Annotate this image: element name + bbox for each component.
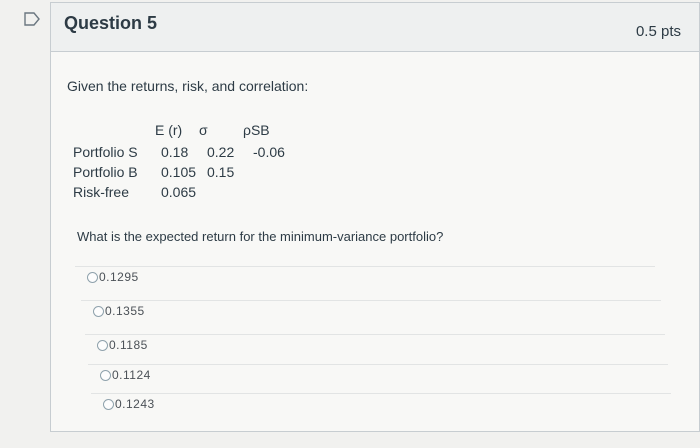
cell-rho: -0.06 xyxy=(253,144,285,160)
radio-button[interactable] xyxy=(93,306,104,317)
question-text: What is the expected return for the mini… xyxy=(77,229,444,244)
prompt-text: Given the returns, risk, and correlation… xyxy=(67,78,309,94)
answer-label[interactable]: 0.1295 xyxy=(99,270,139,284)
radio-button[interactable] xyxy=(87,272,98,283)
row-label: Portfolio S xyxy=(73,144,138,160)
cell-er: 0.18 xyxy=(161,144,189,160)
header-er: E (r) xyxy=(155,122,183,138)
answer-option[interactable]: 0.1243 xyxy=(91,393,671,416)
radio-button[interactable] xyxy=(103,399,114,410)
answer-label[interactable]: 0.1243 xyxy=(115,397,155,411)
header-sigma: σ xyxy=(199,122,208,138)
answer-label[interactable]: 0.1124 xyxy=(112,368,151,382)
radio-button[interactable] xyxy=(97,340,108,351)
header-rho: ρSB xyxy=(243,122,270,138)
points-value: 0.5 pts xyxy=(635,23,681,40)
cell-er: 0.105 xyxy=(161,164,197,180)
answer-label[interactable]: 0.1185 xyxy=(109,338,148,352)
row-label: Portfolio B xyxy=(73,164,138,180)
flag-question-icon[interactable] xyxy=(24,12,40,26)
cell-er: 0.065 xyxy=(161,184,197,200)
answer-option[interactable]: 0.1185 xyxy=(85,334,665,357)
question-card: Question 5 0.5 pts Given the returns, ri… xyxy=(50,2,700,432)
cell-sigma: 0.15 xyxy=(207,164,235,180)
answer-option[interactable]: 0.1295 xyxy=(75,266,655,289)
quiz-page: Question 5 0.5 pts Given the returns, ri… xyxy=(0,0,700,448)
cell-sigma: 0.22 xyxy=(207,144,235,160)
radio-button[interactable] xyxy=(100,370,111,381)
question-header: Question 5 0.5 pts xyxy=(51,3,699,52)
answer-option[interactable]: 0.1355 xyxy=(81,300,661,323)
answer-label[interactable]: 0.1355 xyxy=(105,304,145,318)
row-label: Risk-free xyxy=(73,184,130,200)
answer-option[interactable]: 0.1124 xyxy=(88,364,668,387)
question-title: Question 5 xyxy=(64,13,158,33)
